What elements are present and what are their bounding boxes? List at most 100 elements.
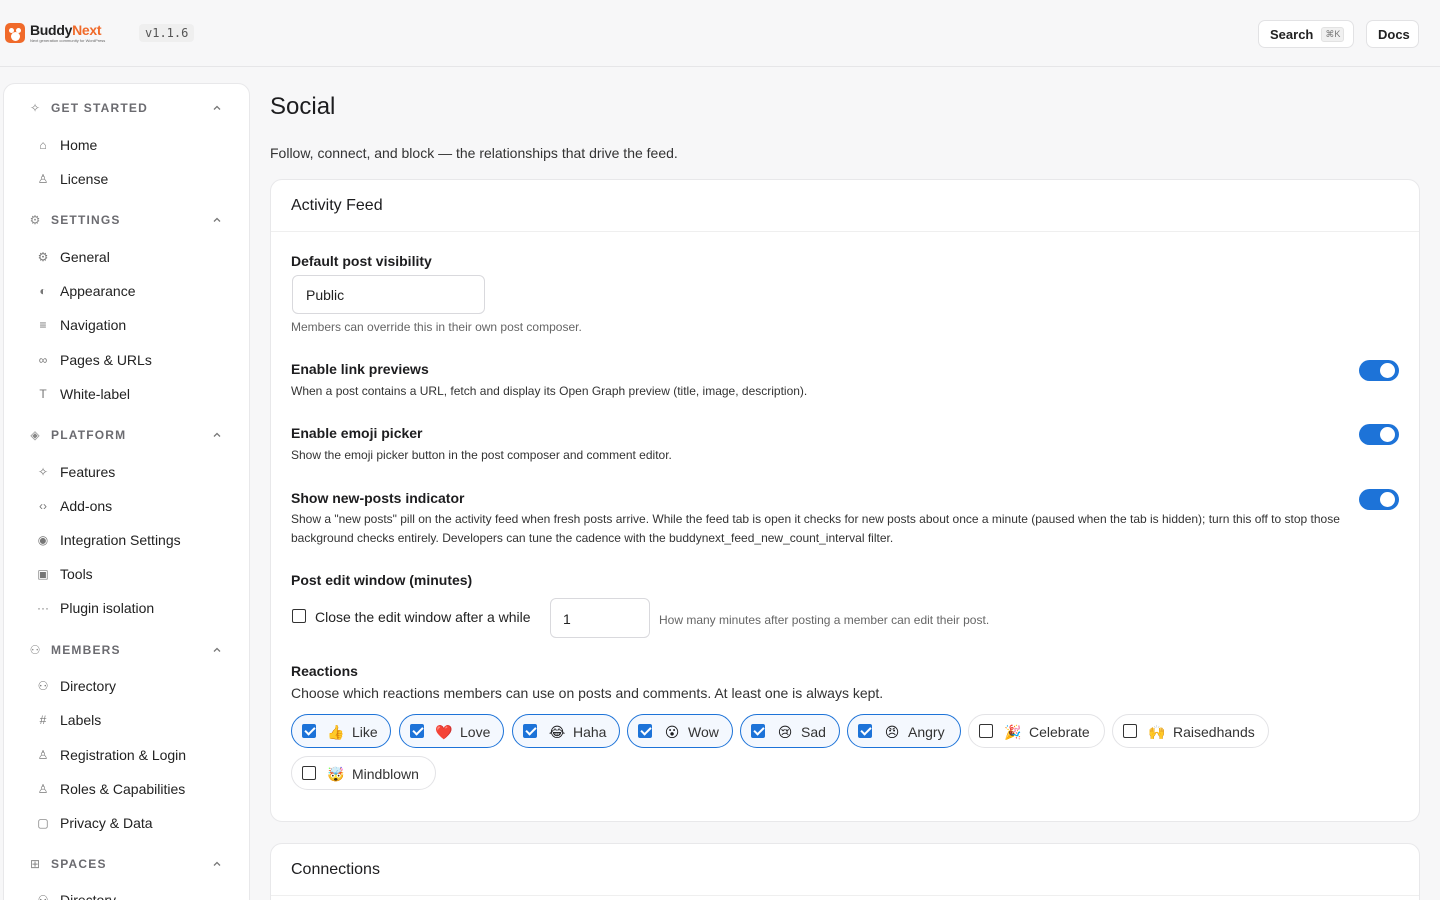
reaction-love[interactable]: ❤️ Love (399, 714, 504, 748)
reactions-label: Reactions (291, 663, 358, 679)
reaction-raisedhands[interactable]: 🙌 Raisedhands (1112, 714, 1269, 748)
sidebar-item-tools[interactable]: ▣ Tools (4, 562, 249, 586)
hash-icon: # (39, 713, 47, 727)
reaction-wow[interactable]: 😮 Wow (627, 714, 733, 748)
reaction-mindblown[interactable]: 🤯 Mindblown (291, 756, 436, 790)
reaction-checkbox[interactable] (302, 766, 316, 780)
sidebar-item-features[interactable]: ✧ Features (4, 460, 249, 484)
sidebar-item-white-label[interactable]: T White-label (4, 382, 249, 406)
raised-hands-icon: 🙌 (1148, 724, 1166, 740)
dots-icon: ··· (37, 601, 49, 615)
edit-window-checkbox-label[interactable]: Close the edit window after a while (315, 609, 531, 625)
sidebar-item-registration-login[interactable]: ♙ Registration & Login (4, 743, 249, 767)
edit-window-checkbox[interactable] (292, 609, 306, 623)
users-icon: ⚇ (37, 893, 49, 900)
angry-face-icon: 😠 (884, 724, 900, 740)
sidebar-section-members[interactable]: ⚇ MEMBERS (4, 639, 249, 661)
reaction-checkbox[interactable] (1123, 724, 1137, 738)
sidebar-item-integration-settings[interactable]: ◉ Integration Settings (4, 528, 249, 552)
reaction-checkbox[interactable] (751, 724, 765, 738)
chevron-up-icon (213, 432, 221, 437)
reaction-celebrate[interactable]: 🎉 Celebrate (968, 714, 1105, 748)
layers-icon: ◈ (30, 428, 40, 442)
surprised-icon: 😮 (664, 724, 680, 740)
sidebar-nav: ✧ GET STARTED ⌂ Home ♙ License ⚙ SETTING… (3, 83, 250, 900)
mind-blown-icon: 🤯 (327, 766, 345, 782)
visibility-select[interactable]: Public (292, 275, 485, 314)
sidebar-item-home[interactable]: ⌂ Home (4, 133, 249, 157)
sidebar-item-plugin-isolation[interactable]: ··· Plugin isolation (4, 596, 249, 620)
type-icon: T (39, 387, 47, 401)
link-previews-desc: When a post contains a URL, fetch and di… (291, 384, 808, 398)
sidebar-item-labels[interactable]: # Labels (4, 708, 249, 732)
sidebar-item-privacy-data[interactable]: ▢ Privacy & Data (4, 811, 249, 835)
list-icon: ≡ (39, 318, 47, 332)
sidebar-item-roles-capabilities[interactable]: ♙ Roles & Capabilities (4, 777, 249, 801)
sidebar-item-spaces-directory[interactable]: ⚇ Directory (4, 888, 249, 900)
reactions-desc: Choose which reactions members can use o… (291, 685, 884, 701)
link-previews-label: Enable link previews (291, 361, 429, 377)
reaction-like[interactable]: 👍 Like (291, 714, 391, 748)
search-button[interactable]: Search ⌘K (1258, 20, 1354, 48)
reaction-sad[interactable]: 😢 Sad (740, 714, 840, 748)
link-icon: ∞ (38, 353, 48, 367)
laughing-icon: 😂 (548, 724, 566, 740)
top-bar: BuddyNext Next generation community for … (0, 0, 1440, 67)
sidebar-section-settings[interactable]: ⚙ SETTINGS (4, 209, 249, 231)
ribbon-icon: ♙ (37, 172, 49, 186)
sidebar-item-directory[interactable]: ⚇ Directory (4, 674, 249, 698)
sidebar-item-pages-urls[interactable]: ∞ Pages & URLs (4, 348, 249, 372)
sparkles-icon: ✧ (37, 465, 49, 479)
sidebar-item-license[interactable]: ♙ License (4, 167, 249, 191)
sidebar-section-platform[interactable]: ◈ PLATFORM (4, 424, 249, 446)
new-posts-desc: Show a "new posts" pill on the activity … (291, 512, 1340, 545)
link-previews-toggle[interactable] (1359, 360, 1399, 381)
new-posts-label: Show new-posts indicator (291, 490, 465, 506)
edit-window-minutes-input[interactable]: 1 (550, 598, 650, 638)
code-icon: ‹› (39, 499, 47, 513)
edit-window-help: How many minutes after posting a member … (659, 613, 990, 627)
sidebar-item-add-ons[interactable]: ‹› Add-ons (4, 494, 249, 518)
edit-window-label: Post edit window (minutes) (291, 572, 473, 588)
sidebar-item-general[interactable]: ⚙ General (4, 245, 249, 269)
buddynext-logo[interactable]: BuddyNext Next generation community for … (5, 23, 105, 43)
reaction-checkbox[interactable] (638, 724, 652, 738)
new-posts-toggle[interactable] (1359, 489, 1399, 510)
reaction-angry[interactable]: 😠 Angry (847, 714, 961, 748)
party-popper-icon: 🎉 (1004, 724, 1022, 740)
reaction-checkbox[interactable] (979, 724, 993, 738)
card-title: Connections (291, 861, 380, 878)
reaction-haha[interactable]: 😂 Haha (512, 714, 620, 748)
emoji-picker-label: Enable emoji picker (291, 425, 423, 441)
chevron-up-icon (213, 217, 221, 222)
card-header: Connections (271, 844, 1419, 896)
users-icon: ⚇ (29, 643, 41, 657)
sparkles-icon: ✧ (29, 101, 41, 115)
reaction-checkbox[interactable] (302, 724, 316, 738)
shortcut-hint: ⌘K (1321, 26, 1345, 42)
sidebar-section-spaces[interactable]: ⊞ SPACES (4, 853, 249, 875)
activity-feed-card: Activity Feed Default post visibility Pu… (270, 179, 1420, 822)
palette-icon: ◐ (39, 284, 47, 298)
logo-icon (5, 23, 25, 43)
card-header: Activity Feed (271, 180, 1419, 232)
reaction-checkbox[interactable] (410, 724, 424, 738)
emoji-picker-desc: Show the emoji picker button in the post… (291, 448, 672, 462)
reaction-checkbox[interactable] (858, 724, 872, 738)
reaction-checkbox[interactable] (523, 724, 537, 738)
thumbs-up-icon: 👍 (327, 724, 345, 740)
page-subtitle: Follow, connect, and block — the relatio… (270, 145, 678, 161)
sidebar-item-navigation[interactable]: ≡ Navigation (4, 313, 249, 337)
docs-button[interactable]: Docs (1366, 20, 1419, 48)
visibility-label: Default post visibility (291, 253, 432, 269)
sidebar-section-get-started[interactable]: ✧ GET STARTED (4, 97, 249, 119)
users-icon: ⚇ (37, 679, 49, 693)
chevron-up-icon (213, 861, 221, 866)
emoji-picker-toggle[interactable] (1359, 424, 1399, 445)
gear-icon: ⚙ (29, 213, 41, 227)
heart-icon: ❤️ (435, 724, 453, 740)
sidebar-item-appearance[interactable]: ◐ Appearance (4, 279, 249, 303)
chevron-up-icon (213, 105, 221, 110)
lock-icon: ▢ (37, 816, 49, 830)
home-icon: ⌂ (39, 138, 47, 152)
